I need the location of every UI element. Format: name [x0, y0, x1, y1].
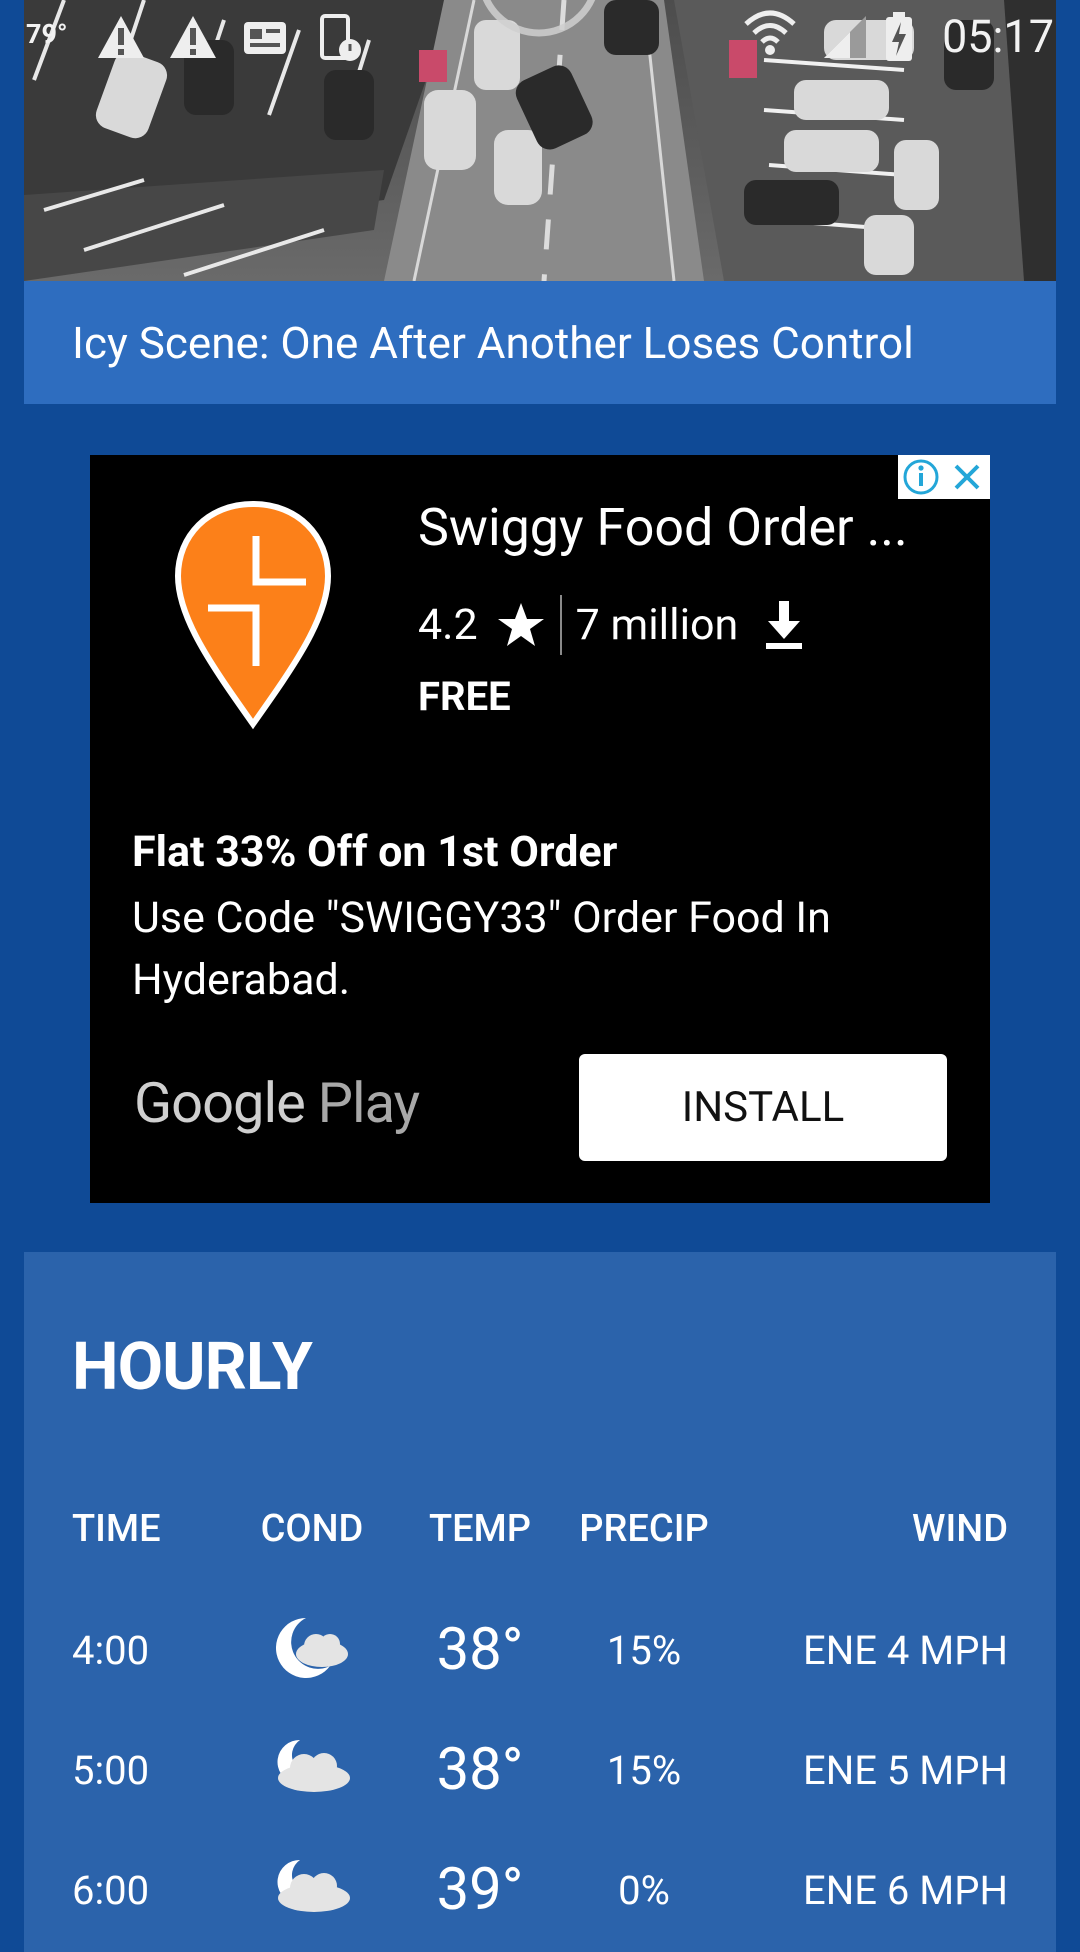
- column-header-time: TIME: [72, 1507, 161, 1551]
- row-time: 4:00: [72, 1627, 150, 1674]
- warning-icon: [98, 16, 144, 58]
- star-icon: [497, 603, 544, 646]
- swiggy-logo-icon: [174, 500, 332, 730]
- status-bar: 79° 05:17: [0, 0, 1080, 75]
- ad-rating: 4.2: [418, 600, 478, 650]
- column-header-wind: WIND: [912, 1507, 1008, 1551]
- ad-body-text: Use Code "SWIGGY33" Order Food In Hydera…: [132, 893, 831, 1005]
- news-card-icon: [244, 22, 286, 54]
- stats-divider: [559, 595, 562, 655]
- hourly-forecast-card: HOURLY TIME COND TEMP PRECIP WIND 4:00 3…: [24, 1252, 1056, 1952]
- google-play-logo: Google Play: [134, 1070, 420, 1136]
- store-play: Play: [317, 1070, 420, 1136]
- download-icon: [766, 601, 803, 649]
- ad-close-icon[interactable]: [944, 455, 990, 499]
- app-install-ad[interactable]: Swiggy Food Order ... 4.2 7 million FREE…: [90, 455, 990, 1203]
- status-temperature: 79°: [26, 18, 68, 50]
- ad-choices[interactable]: [898, 455, 990, 499]
- status-time: 05:17: [941, 10, 1054, 63]
- ad-price: FREE: [418, 673, 511, 720]
- hourly-title: HOURLY: [72, 1329, 313, 1406]
- signal-icon: [824, 16, 866, 58]
- ad-info-icon[interactable]: [898, 455, 944, 499]
- wifi-icon: [744, 10, 796, 55]
- row-wind: ENE 5 MPH: [802, 1747, 1008, 1794]
- ad-app-name[interactable]: Swiggy Food Order ...: [418, 497, 908, 558]
- warning-icon: [170, 16, 216, 58]
- ad-downloads: 7 million: [575, 600, 739, 650]
- install-button[interactable]: INSTALL: [579, 1054, 947, 1161]
- store-google: Google: [134, 1070, 306, 1136]
- battery-charging-icon: [886, 12, 912, 61]
- ad-stats: 4.2 7 million: [418, 595, 806, 655]
- row-time: 5:00: [72, 1747, 150, 1794]
- video-caption[interactable]: Icy Scene: One After Another Loses Contr…: [24, 281, 1056, 404]
- row-time: 6:00: [72, 1867, 150, 1914]
- row-wind: ENE 6 MPH: [802, 1867, 1008, 1914]
- ad-headline: Flat 33% Off on 1st Order: [132, 827, 618, 877]
- screen-timer-icon: [320, 14, 361, 61]
- row-wind: ENE 4 MPH: [802, 1627, 1008, 1674]
